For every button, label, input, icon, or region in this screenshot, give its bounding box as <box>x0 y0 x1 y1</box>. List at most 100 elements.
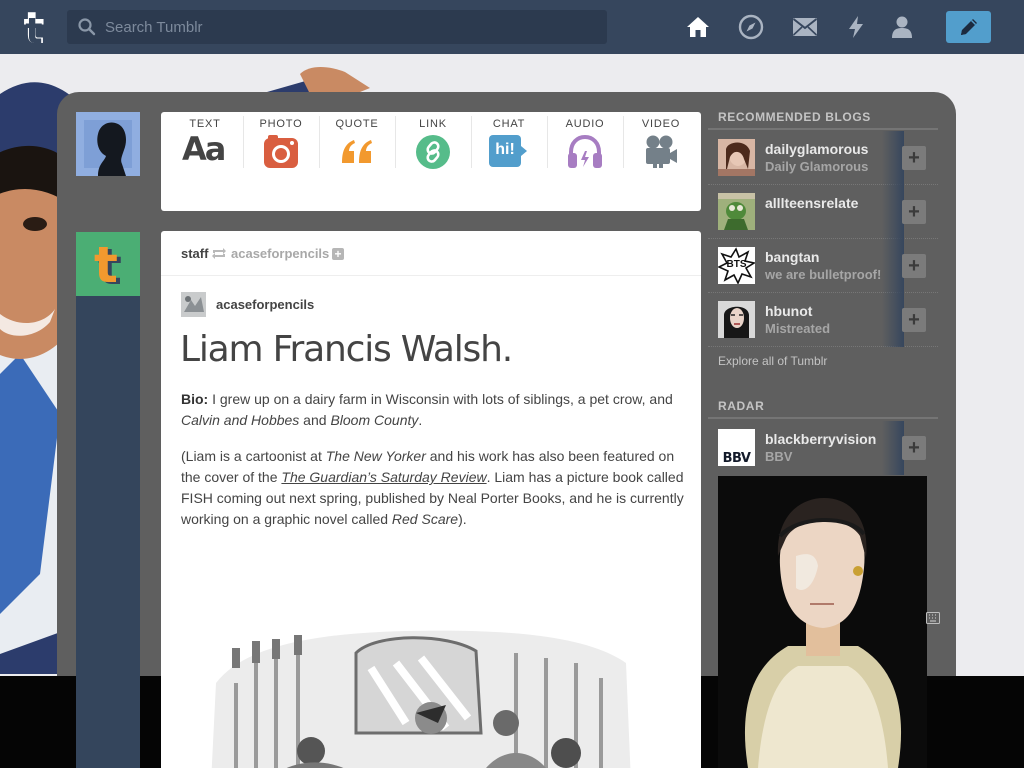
activity-button[interactable] <box>843 14 869 40</box>
inbox-button[interactable] <box>792 14 818 40</box>
camera-icon <box>264 135 298 168</box>
reblog-icon <box>212 248 226 259</box>
source-blog-name[interactable]: acaseforpencils <box>216 297 314 312</box>
home-button[interactable] <box>685 14 711 40</box>
post-bio-paragraph: Bio: I grew up on a dairy farm in Wiscon… <box>181 389 686 431</box>
bio-end: . <box>418 412 423 428</box>
pencil-icon <box>960 19 977 35</box>
post-type-chat[interactable]: CHAT hi! <box>471 116 547 176</box>
search-icon <box>78 18 96 36</box>
recommended-blog-row[interactable]: BTS bangtan we are bulletproof! + <box>708 239 938 293</box>
follow-blog-button[interactable]: + <box>902 436 926 460</box>
bio-and: and <box>299 412 331 428</box>
sketch-thumbnail-icon <box>181 292 206 317</box>
chat-bubble-icon: hi! <box>488 134 528 170</box>
post-title: Liam Francis Walsh. <box>180 329 513 370</box>
blog-name[interactable]: bangtan <box>765 249 819 265</box>
dailyglamorous-avatar-icon <box>718 139 755 176</box>
radar-avatar-text: BBV <box>722 451 751 466</box>
blog-subtitle: we are bulletproof! <box>765 267 882 282</box>
source-blog-avatar[interactable] <box>181 292 206 317</box>
post-type-audio[interactable]: AUDIO <box>547 116 623 176</box>
text-post-icon: Aa <box>182 130 230 168</box>
post-cartoon-image[interactable] <box>206 623 636 768</box>
post-type-label: PHOTO <box>259 118 303 130</box>
blog-avatar[interactable]: BTS <box>718 247 755 284</box>
avatar-rail <box>76 232 140 768</box>
follow-blog-button[interactable]: + <box>902 146 926 170</box>
blog-name[interactable]: hbunot <box>765 303 812 319</box>
recommended-blog-row[interactable]: dailyglamorous Daily Glamorous + <box>708 131 938 185</box>
blog-name[interactable]: blackberryvision <box>765 431 876 447</box>
blog-name[interactable]: alllteensrelate <box>765 195 858 211</box>
text-post-glyph: Aa <box>182 130 226 168</box>
blog-avatar[interactable] <box>718 193 755 230</box>
follow-source-button[interactable]: + <box>332 248 344 260</box>
post-body-paragraph: (Liam is a cartoonist at The New Yorker … <box>181 446 686 530</box>
link-icon <box>416 135 450 169</box>
person-icon <box>892 16 912 38</box>
search-box[interactable] <box>67 10 607 44</box>
search-input[interactable] <box>105 10 595 44</box>
recommended-blog-row[interactable]: alllteensrelate + <box>708 185 938 239</box>
top-navigation-bar: t t <box>0 0 1024 54</box>
reblogged-from-name[interactable]: acaseforpencils <box>231 246 329 261</box>
explore-all-link[interactable]: Explore all of Tumblr <box>718 354 827 368</box>
post-type-label: AUDIO <box>565 118 605 130</box>
tumblr-staff-avatar-icon: t t <box>76 232 140 296</box>
keyboard-shortcuts-icon[interactable] <box>926 612 940 624</box>
tumblr-logo[interactable]: t t <box>15 3 53 54</box>
body-text-d: ). <box>458 511 467 527</box>
recommended-blog-row[interactable]: hbunot Mistreated + <box>708 293 938 347</box>
row-shade <box>882 131 904 185</box>
video-camera-icon <box>646 135 677 168</box>
headphones-icon <box>568 134 602 168</box>
hbunot-avatar-icon <box>718 301 755 338</box>
post-type-photo[interactable]: PHOTO <box>243 116 319 176</box>
guardian-link[interactable]: The Guardian’s Saturday Review <box>281 469 486 485</box>
explore-button[interactable] <box>738 14 764 40</box>
blog-avatar[interactable] <box>718 139 755 176</box>
post-type-label: LINK <box>419 118 447 130</box>
mail-icon <box>792 18 818 36</box>
svg-text:t: t <box>25 11 42 48</box>
radar-blog-row[interactable]: BBV blackberryvision BBV + <box>708 421 938 475</box>
post-header: staff acaseforpencils + <box>161 231 701 276</box>
post-type-link[interactable]: LINK <box>395 116 471 176</box>
follow-blog-button[interactable]: + <box>902 254 926 278</box>
cartoon-illustration <box>206 623 636 768</box>
compose-post-button[interactable] <box>946 11 991 43</box>
row-shade <box>882 239 904 293</box>
follow-blog-button[interactable]: + <box>902 308 926 332</box>
post-type-label: QUOTE <box>335 118 379 130</box>
post-type-text[interactable]: TEXT Aa <box>167 116 243 176</box>
radar-post-image[interactable] <box>718 476 927 768</box>
blog-avatar[interactable] <box>718 301 755 338</box>
post-type-video[interactable]: VIDEO <box>623 116 699 176</box>
tumblr-logo-icon: t t <box>23 3 44 54</box>
blog-name[interactable]: dailyglamorous <box>765 141 868 157</box>
bio-label: Bio: <box>181 391 209 407</box>
svg-text:t: t <box>94 236 118 294</box>
sidebar-divider <box>708 128 938 130</box>
quote-icon <box>342 140 372 163</box>
post-author-avatar[interactable]: t t <box>76 232 140 296</box>
post-type-quote[interactable]: QUOTE <box>319 116 395 176</box>
user-silhouette-icon <box>76 112 140 176</box>
post-author-name[interactable]: staff <box>181 246 208 261</box>
account-button[interactable] <box>889 14 915 40</box>
user-avatar[interactable] <box>76 112 140 176</box>
chat-glyph: hi! <box>495 141 515 158</box>
row-shade <box>882 293 904 347</box>
recommended-blogs-heading: RECOMMENDED BLOGS <box>718 110 871 124</box>
row-shade <box>882 421 904 475</box>
post-type-label: TEXT <box>189 118 221 130</box>
radar-photo-illustration <box>718 476 927 768</box>
post-type-label: CHAT <box>492 118 526 130</box>
follow-blog-button[interactable]: + <box>902 200 926 224</box>
blog-subtitle: Mistreated <box>765 321 831 336</box>
radar-blog-avatar[interactable]: BBV <box>718 429 755 466</box>
dashboard-post: staff acaseforpencils + acaseforpencils … <box>161 231 701 768</box>
bio-book-2: Bloom County <box>330 412 419 428</box>
lightning-icon <box>849 16 863 38</box>
